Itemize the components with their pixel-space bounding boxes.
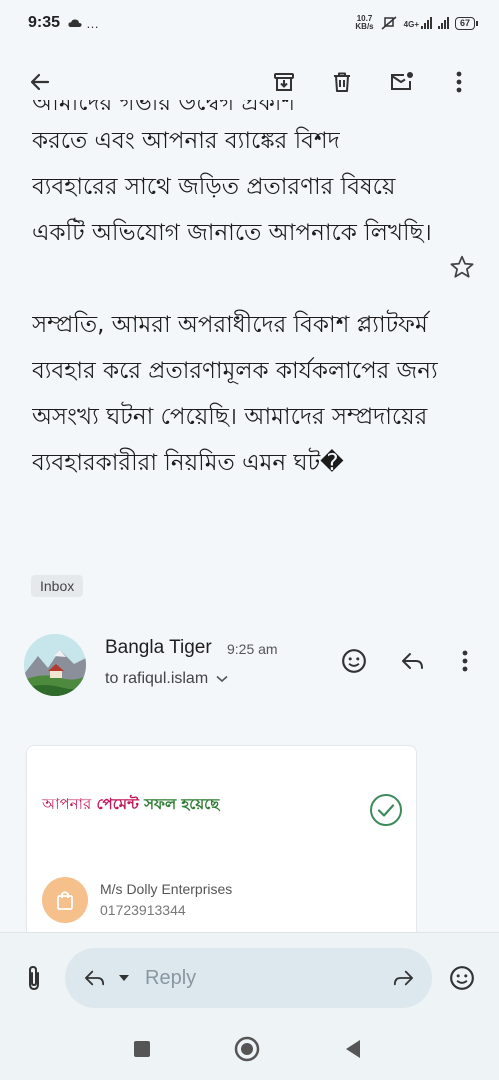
- home-button[interactable]: [227, 1029, 267, 1069]
- reply-icon: [85, 970, 105, 986]
- mark-unread-button[interactable]: [382, 62, 422, 102]
- status-bar: 9:35 … 10.7 KB/s 4G+ 67: [0, 0, 499, 46]
- more-notifications-icon: …: [86, 15, 100, 31]
- network-type: 4G+: [403, 20, 419, 29]
- email-screen: 9:35 … 10.7 KB/s 4G+ 67 আমাদের গভীর উদ্ব…: [0, 0, 499, 1080]
- chevron-down-icon: [216, 675, 228, 683]
- back-button[interactable]: [20, 62, 60, 102]
- home-circle-icon: [234, 1036, 260, 1062]
- reply-button[interactable]: [393, 641, 433, 681]
- mark-unread-icon: [391, 72, 413, 90]
- signal-icon-2: [437, 17, 449, 29]
- body-paragraph-2: সম্প্রতি, আমরা অপরাধীদের বিকাশ প্ল্যাটফর…: [32, 312, 438, 476]
- net-speed: 10.7 KB/s: [355, 14, 374, 31]
- sender-time: 9:25 am: [227, 641, 278, 657]
- message-body: করতে এবং আপনার ব্যাঙ্কের বিশদ ব্যবহারের …: [32, 118, 452, 486]
- reply-input[interactable]: Reply: [65, 948, 432, 1008]
- merchant-phone: 01723913344: [100, 902, 186, 918]
- merchant-bag-icon: [42, 877, 88, 923]
- emoji-icon: [450, 966, 474, 990]
- reply-icon: [402, 653, 423, 669]
- sender-avatar[interactable]: [24, 634, 86, 696]
- body-paragraph-1: করতে এবং আপনার ব্যাঙ্কের বিশদ ব্যবহারের …: [32, 128, 432, 246]
- success-check-icon: [369, 793, 403, 831]
- reply-mode-button[interactable]: [75, 958, 115, 998]
- more-options-button[interactable]: [439, 62, 479, 102]
- attachment-icon: [29, 965, 39, 991]
- emoji-icon: [342, 649, 366, 673]
- message-more-button[interactable]: [445, 641, 485, 681]
- mute-icon: [381, 16, 397, 30]
- delete-button[interactable]: [322, 62, 362, 102]
- payment-status-line: আপনার পেমেন্ট সফল হয়েছে: [42, 795, 220, 813]
- back-triangle-icon: [346, 1040, 360, 1058]
- add-reaction-button[interactable]: [334, 641, 374, 681]
- landscape-avatar-icon: [24, 634, 86, 696]
- forward-button[interactable]: [383, 958, 423, 998]
- trash-icon: [334, 72, 350, 92]
- archive-button[interactable]: [264, 62, 304, 102]
- cloud-icon: [68, 19, 82, 27]
- recents-square-icon: [134, 1041, 150, 1057]
- reply-bar: Reply: [0, 932, 499, 1022]
- inbox-label-chip[interactable]: Inbox: [31, 575, 84, 597]
- recents-button[interactable]: [122, 1029, 162, 1069]
- forward-icon: [393, 970, 414, 986]
- payment-card: আপনার পেমেন্ট সফল হয়েছে M/s Dolly Enter…: [26, 745, 417, 945]
- reply-placeholder: Reply: [145, 967, 197, 989]
- battery-icon: 67: [454, 16, 479, 30]
- attach-button[interactable]: [14, 958, 54, 998]
- back-nav-button[interactable]: [333, 1029, 373, 1069]
- merchant-name: M/s Dolly Enterprises: [100, 881, 233, 897]
- star-button[interactable]: [449, 254, 475, 284]
- recipient-details-toggle[interactable]: to rafiqul.islam: [105, 670, 228, 688]
- dropdown-triangle-icon[interactable]: [119, 975, 129, 981]
- more-vert-icon: [462, 650, 468, 672]
- status-time: 9:35: [28, 14, 61, 31]
- more-vert-icon: [456, 71, 462, 93]
- sender-name[interactable]: Bangla Tiger: [105, 637, 212, 659]
- system-navigation-bar: [0, 1022, 499, 1080]
- reply-emoji-button[interactable]: [442, 958, 482, 998]
- arrow-left-icon: [30, 73, 50, 91]
- archive-icon: [274, 73, 294, 91]
- recipient-text: to rafiqul.islam: [105, 670, 209, 687]
- star-icon: [450, 255, 474, 278]
- signal-icon: [420, 17, 432, 29]
